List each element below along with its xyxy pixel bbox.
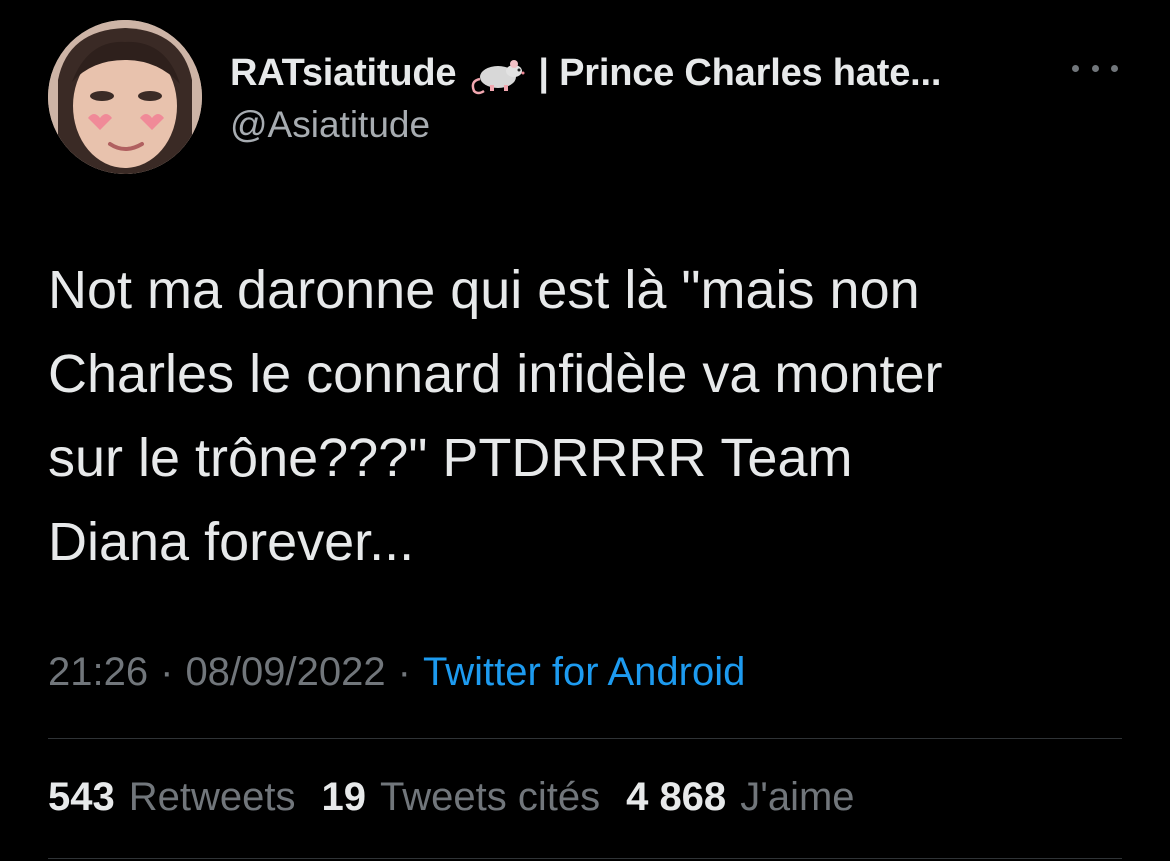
more-dot (1091, 64, 1099, 72)
more-dot (1072, 64, 1079, 72)
profile-photo-icon (48, 20, 202, 174)
tweet-text: Not ma daronne qui est là "mais non Char… (48, 260, 943, 572)
divider (48, 858, 1122, 859)
avatar[interactable] (48, 20, 202, 174)
meta-separator: · (397, 650, 411, 694)
tweet-time[interactable]: 21:26 (48, 650, 148, 695)
likes-stat[interactable]: 4 868 J'aime (626, 775, 854, 820)
author-handle[interactable]: @Asiatitude (230, 104, 430, 146)
likes-count: 4 868 (626, 775, 727, 819)
quotes-stat[interactable]: 19 Tweets cités (322, 775, 601, 820)
quotes-count: 19 (321, 775, 367, 819)
retweets-label: Retweets (128, 775, 296, 819)
rat-icon (470, 51, 528, 95)
tweet-source-link[interactable]: Twitter for Android (423, 650, 745, 695)
tweet-meta: 21:26 · 08/09/2022 · Twitter for Android (48, 650, 745, 695)
divider (48, 738, 1122, 739)
author-name-row[interactable]: RATsiatitude | Prince Charles hate... (230, 48, 941, 98)
ellipsis-horizontal-icon[interactable] (1072, 58, 1118, 78)
retweets-count: 543 (48, 775, 115, 819)
more-dot (1111, 64, 1118, 72)
display-name-suffix[interactable]: | Prince Charles hate... (538, 52, 941, 95)
quotes-label: Tweets cités (380, 775, 601, 819)
retweets-stat[interactable]: 543 Retweets (48, 775, 296, 820)
tweet-date[interactable]: 08/09/2022 (185, 650, 385, 695)
likes-label: J'aime (740, 775, 855, 819)
display-name[interactable]: RATsiatitude (230, 52, 457, 95)
tweet-stats: 543 Retweets 19 Tweets cités 4 868 J'aime (48, 775, 881, 820)
tweet-detail: RATsiatitude | Prince Charles hate... @A… (0, 0, 1170, 861)
meta-separator: · (160, 650, 174, 694)
